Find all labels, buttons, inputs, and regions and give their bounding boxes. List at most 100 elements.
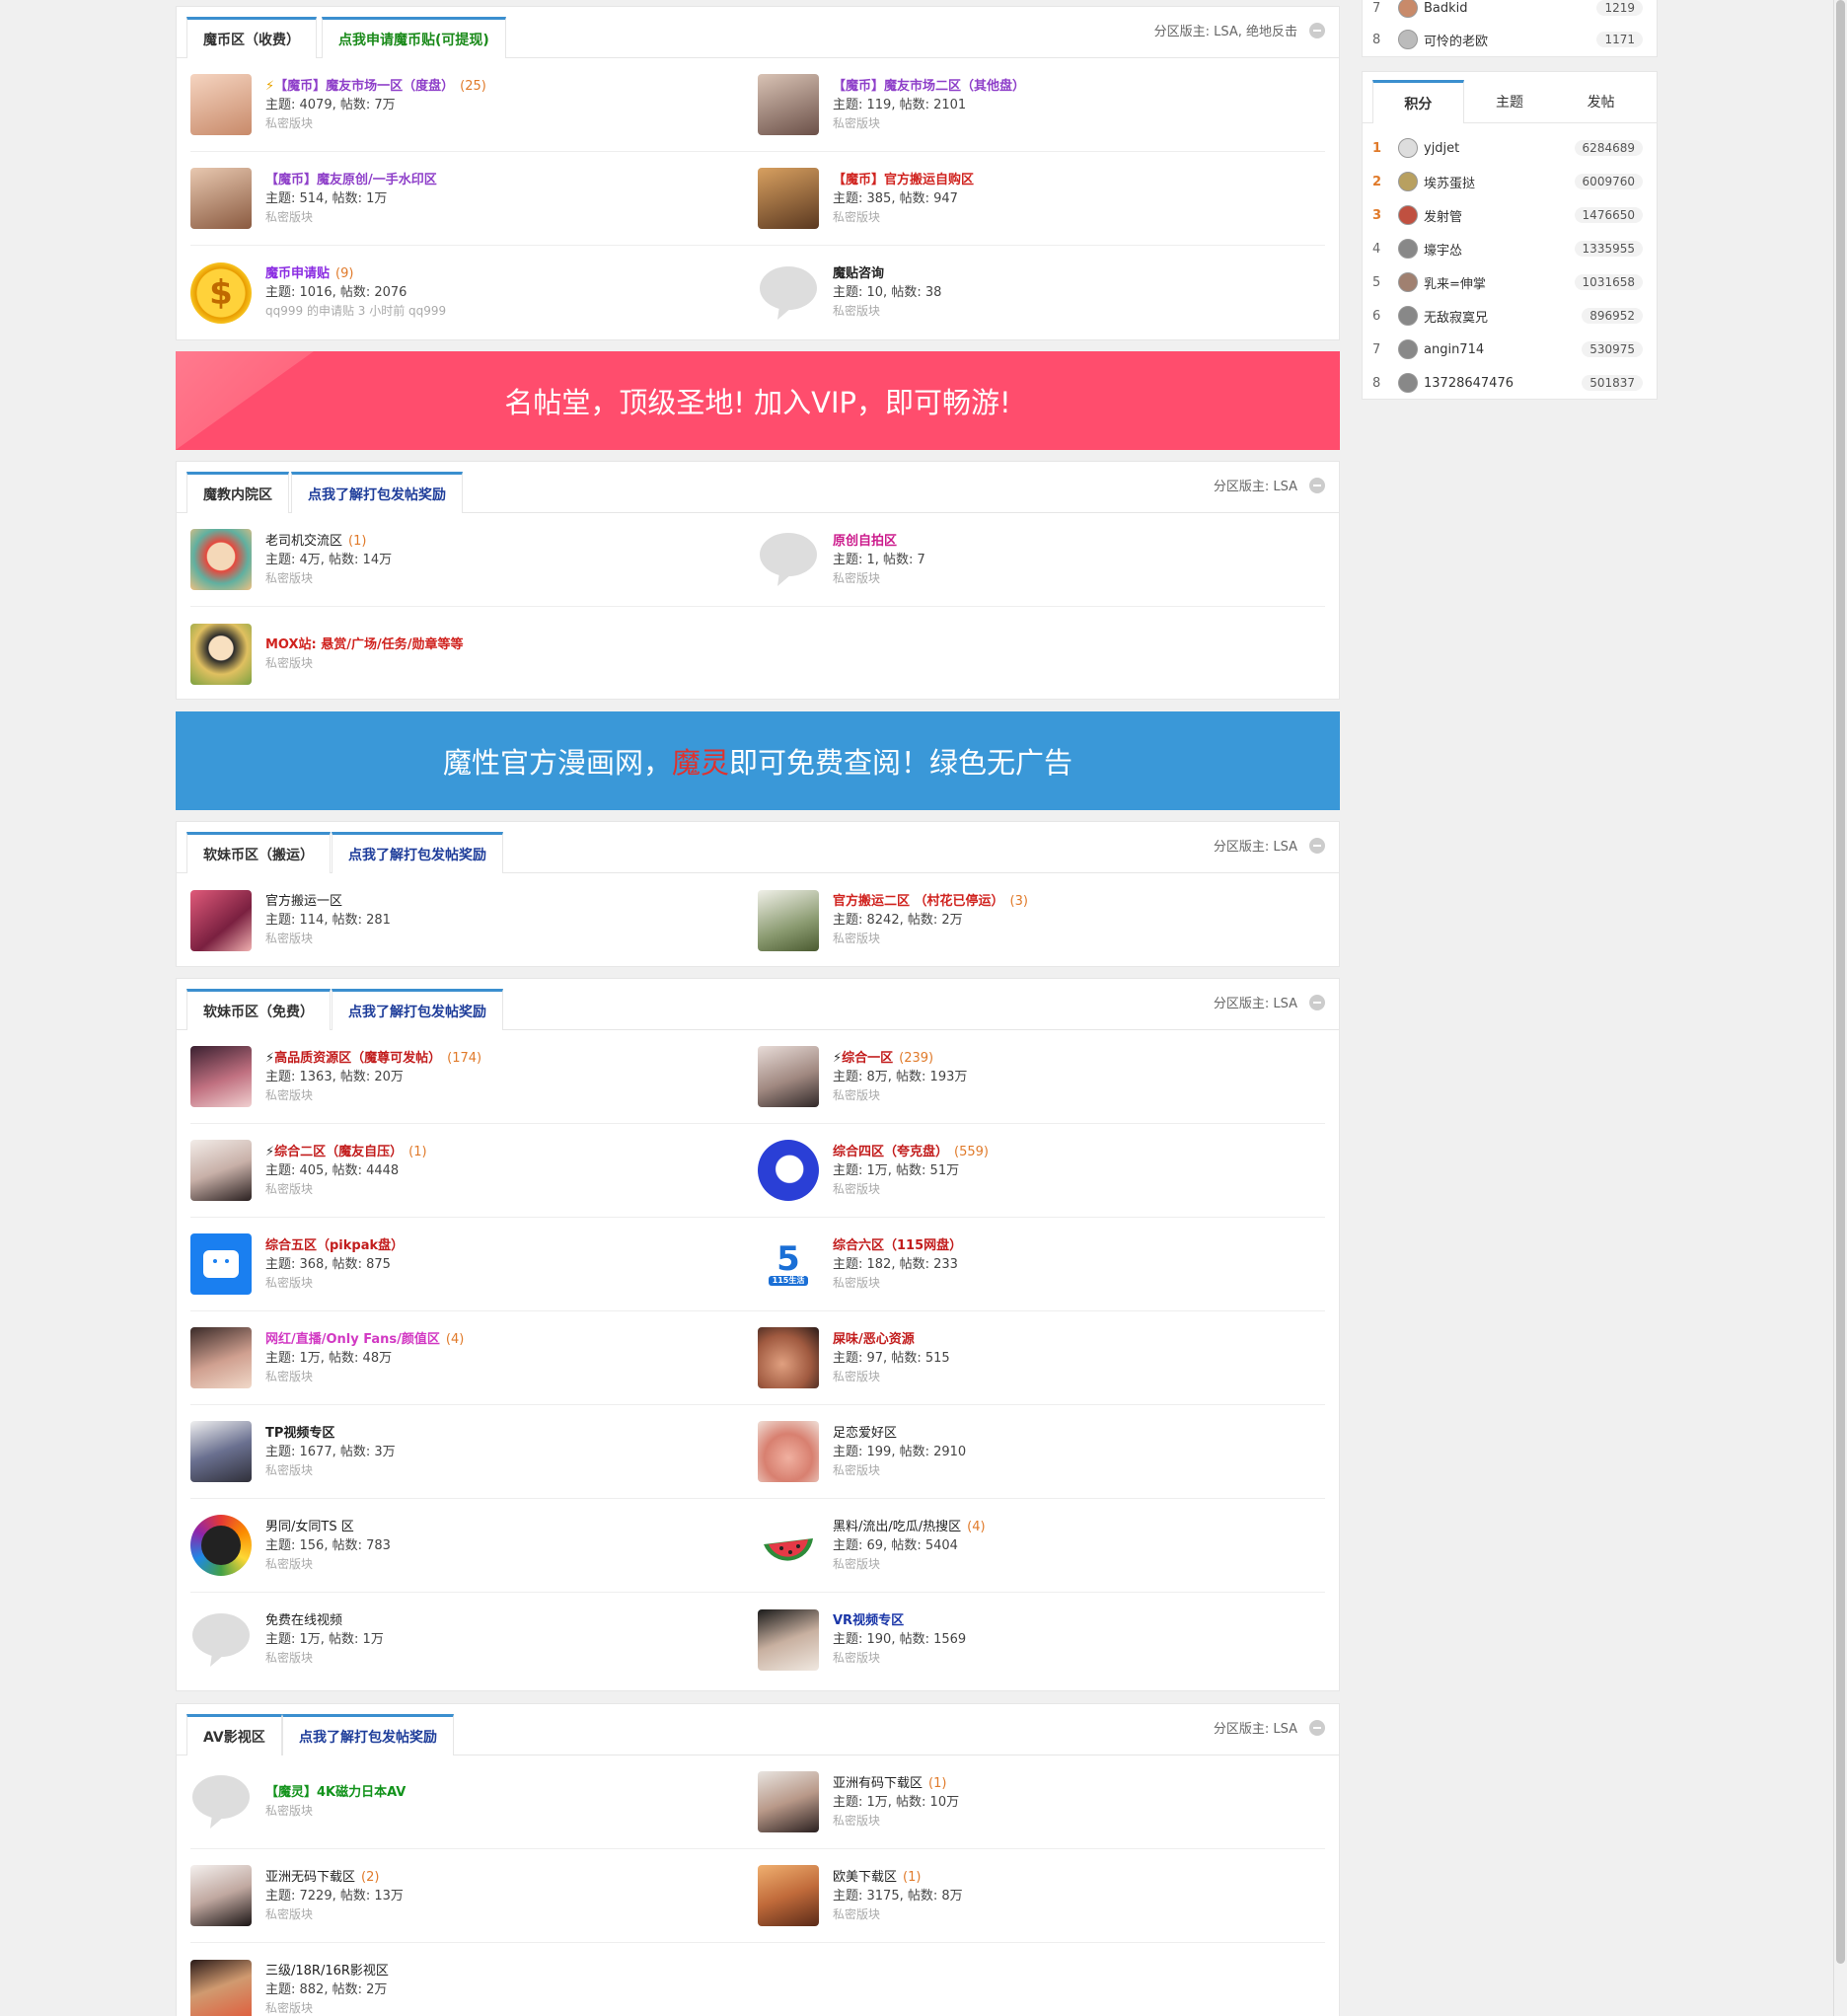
forum-thumbnail[interactable]	[758, 1421, 819, 1482]
username[interactable]: yjdjet	[1424, 141, 1575, 156]
avatar[interactable]	[1398, 0, 1418, 18]
forum-name[interactable]: 高品质资源区（魔尊可发帖）	[274, 1051, 441, 1066]
forum-name[interactable]: 足恋爱好区	[833, 1426, 897, 1441]
forum-thumbnail[interactable]	[190, 623, 252, 685]
rainbow-icon[interactable]	[190, 1515, 252, 1576]
forum-thumbnail[interactable]	[190, 1327, 252, 1388]
avatar[interactable]	[1398, 172, 1418, 191]
forum-thumbnail[interactable]	[758, 1865, 819, 1926]
comic-banner-text[interactable]: 魔性官方漫画网，魔灵即可免费查阅！绿色无广告	[443, 740, 1072, 782]
forum-name[interactable]: 亚洲有码下载区	[833, 1776, 923, 1791]
tab-post-reward[interactable]: 点我了解打包发帖奖励	[282, 1714, 454, 1755]
forum-thumbnail[interactable]	[758, 1771, 819, 1832]
vip-banner-text[interactable]: 名帖堂，顶级圣地! 加入VIP，即可畅游!	[504, 380, 1010, 421]
forum-name[interactable]: 【魔灵】4K磁力日本AV	[265, 1785, 406, 1800]
forum-item[interactable]: 5 115生活 综合六区（115网盘） 主题: 182, 帖数: 233 私密版块	[758, 1218, 1325, 1311]
forum-name[interactable]: 综合四区（夸克盘）	[833, 1145, 948, 1159]
collapse-icon[interactable]	[1309, 837, 1325, 854]
forum-item[interactable]: 免费在线视频 主题: 1万, 帖数: 1万 私密版块	[190, 1593, 758, 1686]
forum-name[interactable]: 【魔币】官方搬运自购区	[833, 173, 974, 187]
forum-item[interactable]: 老司机交流区 (1) 主题: 4万, 帖数: 14万 私密版块	[190, 513, 758, 607]
forum-item[interactable]: 原创自拍区 主题: 1, 帖数: 7 私密版块	[758, 513, 1325, 607]
forum-name[interactable]: 官方搬运一区	[265, 894, 342, 909]
tab-threads[interactable]: 主题	[1464, 80, 1556, 123]
forum-name[interactable]: 综合二区（魔友自压）	[274, 1145, 403, 1159]
tab-category-title[interactable]: AV影视区	[186, 1714, 282, 1755]
avatar[interactable]	[1398, 306, 1418, 326]
collapse-icon[interactable]	[1309, 1719, 1325, 1736]
forum-name[interactable]: 官方搬运二区 （村花已停运）	[833, 894, 1004, 909]
username[interactable]: 乳来=伸掌	[1424, 273, 1575, 292]
speech-bubble-icon[interactable]	[190, 1609, 252, 1671]
forum-item[interactable]: 黑料/流出/吃瓜/热搜区 (4) 主题: 69, 帖数: 5404 私密版块	[758, 1499, 1325, 1593]
avatar[interactable]	[1398, 138, 1418, 158]
forum-name[interactable]: TP视频专区	[265, 1426, 334, 1441]
collapse-icon[interactable]	[1309, 994, 1325, 1010]
comic-banner[interactable]: 魔性官方漫画网，魔灵即可免费查阅！绿色无广告	[176, 711, 1340, 810]
forum-thumbnail[interactable]	[190, 1865, 252, 1926]
forum-thumbnail[interactable]	[190, 529, 252, 590]
forum-name[interactable]: 黑料/流出/吃瓜/热搜区	[833, 1520, 961, 1534]
forum-item[interactable]: VR视频专区 主题: 190, 帖数: 1569 私密版块	[758, 1593, 1325, 1686]
forum-thumbnail[interactable]	[190, 889, 252, 951]
avatar[interactable]	[1398, 205, 1418, 225]
username[interactable]: 发射管	[1424, 206, 1575, 225]
rank-row[interactable]: 8 可怜的老欧 1171	[1363, 23, 1657, 56]
forum-item[interactable]: 亚洲无码下载区 (2) 主题: 7229, 帖数: 13万 私密版块	[190, 1849, 758, 1943]
tab-category-title[interactable]: 软妹币区（搬运）	[186, 832, 331, 873]
forum-item[interactable]: 亚洲有码下载区 (1) 主题: 1万, 帖数: 10万 私密版块	[758, 1755, 1325, 1849]
rank-row[interactable]: 6 无敌寂寞兄 896952	[1363, 299, 1657, 333]
rank-row[interactable]: 7 Badkid 1219	[1363, 0, 1657, 23]
forum-thumbnail[interactable]	[758, 1046, 819, 1107]
vip-banner[interactable]: 名帖堂，顶级圣地! 加入VIP，即可畅游!	[176, 351, 1340, 450]
forum-item[interactable]: ⚡综合一区 (239) 主题: 8万, 帖数: 193万 私密版块	[758, 1030, 1325, 1124]
forum-name[interactable]: 【魔币】魔友原创/一手水印区	[265, 173, 437, 187]
tab-category-title[interactable]: 魔币区（收费）	[186, 17, 317, 58]
forum-item[interactable]: ⚡综合二区（魔友自压） (1) 主题: 405, 帖数: 4448 私密版块	[190, 1124, 758, 1218]
username[interactable]: 壕宇怂	[1424, 240, 1575, 259]
forum-name[interactable]: 网红/直播/Only Fans/颜值区	[265, 1332, 440, 1347]
collapse-icon[interactable]	[1309, 22, 1325, 38]
forum-name[interactable]: 综合五区（pikpak盘）	[265, 1238, 404, 1253]
forum-item[interactable]: 官方搬运一区 主题: 114, 帖数: 281 私密版块	[190, 873, 758, 967]
forum-name[interactable]: VR视频专区	[833, 1613, 904, 1628]
forum-item[interactable]: 魔贴咨询 主题: 10, 帖数: 38 私密版块	[758, 246, 1325, 339]
speech-bubble-icon[interactable]	[190, 1771, 252, 1832]
username[interactable]: 无敌寂寞兄	[1424, 307, 1582, 326]
forum-name[interactable]: 屎味/恶心资源	[833, 1332, 915, 1347]
tab-post-reward[interactable]: 点我了解打包发帖奖励	[291, 472, 463, 513]
rank-row[interactable]: 5 乳来=伸掌 1031658	[1363, 265, 1657, 299]
115-cloud-icon[interactable]: 5 115生活	[758, 1233, 819, 1295]
forum-item[interactable]: 欧美下载区 (1) 主题: 3175, 帖数: 8万 私密版块	[758, 1849, 1325, 1943]
tab-post-reward[interactable]: 点我了解打包发帖奖励	[332, 832, 503, 873]
avatar[interactable]	[1398, 339, 1418, 359]
forum-item[interactable]: 三级/18R/16R影视区 主题: 882, 帖数: 2万 私密版块	[190, 1943, 758, 2016]
username[interactable]: angin714	[1424, 342, 1582, 357]
rank-row[interactable]: 8 13728647476 501837	[1363, 366, 1657, 400]
tab-category-title[interactable]: 软妹币区（免费）	[186, 989, 331, 1030]
tab-apply-mobi[interactable]: 点我申请魔币贴(可提现)	[322, 17, 506, 58]
speech-bubble-icon[interactable]	[758, 529, 819, 590]
username[interactable]: 埃苏蛋挞	[1424, 173, 1575, 191]
forum-item[interactable]: 官方搬运二区 （村花已停运） (3) 主题: 8242, 帖数: 2万 私密版块	[758, 873, 1325, 967]
forum-name[interactable]: 三级/18R/16R影视区	[265, 1964, 389, 1979]
forum-name[interactable]: MOX站: 悬赏/广场/任务/勋章等等	[265, 637, 464, 652]
avatar[interactable]	[1398, 373, 1418, 393]
tab-post-reward[interactable]: 点我了解打包发帖奖励	[332, 989, 503, 1030]
rank-row[interactable]: 3 发射管 1476650	[1363, 198, 1657, 232]
forum-thumbnail[interactable]	[758, 168, 819, 229]
forum-name[interactable]: 魔币申请贴	[265, 266, 330, 281]
scrollbar-thumb[interactable]	[1836, 0, 1845, 1964]
forum-name[interactable]: 免费在线视频	[265, 1613, 342, 1628]
forum-thumbnail[interactable]	[758, 74, 819, 135]
forum-thumbnail[interactable]	[190, 74, 252, 135]
forum-item[interactable]: $ 魔币申请贴 (9) 主题: 1016, 帖数: 2076 qq999 的申请贴 3…	[190, 246, 758, 339]
avatar[interactable]	[1398, 239, 1418, 259]
forum-item[interactable]: 【魔灵】4K磁力日本AV 私密版块	[190, 1755, 758, 1849]
forum-thumbnail[interactable]	[758, 1608, 819, 1671]
speech-bubble-icon[interactable]	[758, 262, 819, 324]
forum-name[interactable]: 综合一区	[842, 1051, 893, 1066]
forum-item[interactable]: 【魔币】魔友原创/一手水印区 主题: 514, 帖数: 1万 私密版块	[190, 152, 758, 246]
forum-item[interactable]: 男同/女同TS 区主题: 156, 帖数: 783 私密版块	[190, 1499, 758, 1593]
avatar[interactable]	[1398, 272, 1418, 292]
